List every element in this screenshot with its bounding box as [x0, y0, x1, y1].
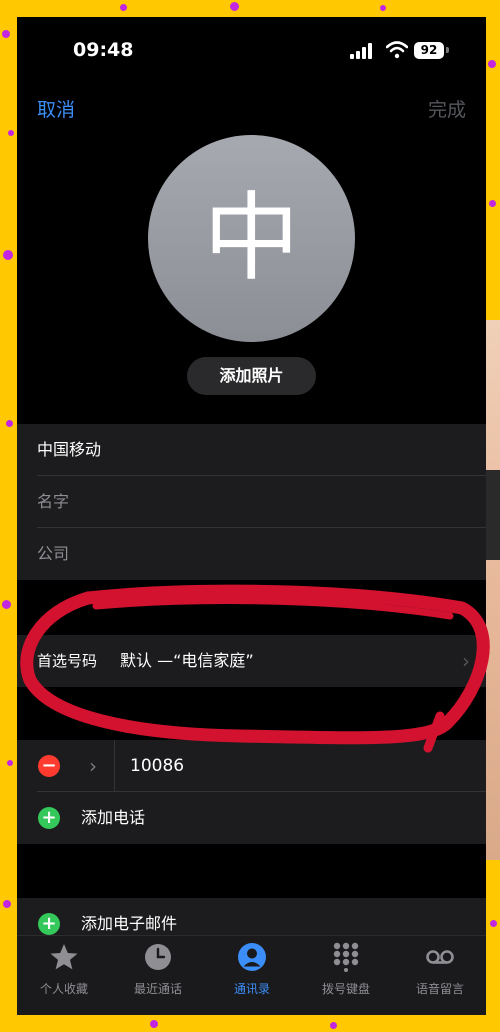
battery-icon: 92	[414, 42, 444, 59]
confetti-dot	[489, 200, 496, 207]
confetti-dot	[8, 130, 14, 136]
confetti-dot	[6, 420, 13, 427]
done-button[interactable]: 完成	[428, 95, 466, 122]
confetti-dot	[3, 250, 13, 260]
status-icons: 92	[350, 41, 465, 61]
confetti-dot	[2, 600, 11, 609]
cancel-button[interactable]: 取消	[37, 95, 75, 122]
field-placeholder: 名字	[37, 492, 70, 511]
person-icon	[238, 943, 266, 971]
field-value: 中国移动	[37, 440, 102, 459]
confetti-dot	[330, 1022, 337, 1029]
tab-label: 个人收藏	[39, 982, 88, 996]
company-field[interactable]: 公司	[17, 528, 486, 580]
add-phone-label: 添加电话	[81, 808, 146, 827]
field-placeholder: 公司	[37, 544, 70, 563]
add-icon[interactable]: +	[38, 807, 60, 829]
add-icon[interactable]: +	[38, 913, 60, 935]
chevron-right-icon: ›	[462, 649, 470, 673]
confetti-dot	[488, 60, 496, 68]
tab-bar: 个人收藏 最近通话 通讯录 拨号键盘 语音留言	[17, 935, 486, 1015]
confetti-dot	[2, 30, 10, 38]
confetti-dot	[3, 900, 11, 908]
status-time: 09:48	[73, 39, 134, 61]
add-phone-row[interactable]: + 添加电话	[17, 792, 486, 844]
phone-row[interactable]: − › 10086	[17, 740, 486, 792]
name-fields-group: 中国移动 名字 公司	[17, 424, 486, 580]
tab-label: 语音留言	[415, 982, 464, 996]
phone-screen: 09:48 92 取消 完成 中 添加照片 中国移动 名字 公司 首选号码 默认…	[17, 17, 486, 1015]
divider	[114, 740, 115, 792]
confetti-dot	[150, 1020, 158, 1028]
tab-keypad[interactable]: 拨号键盘	[299, 936, 393, 1015]
phone-number-input[interactable]: 10086	[130, 740, 184, 792]
tab-favorites[interactable]: 个人收藏	[17, 936, 111, 1015]
confetti-dot	[490, 920, 497, 927]
tab-label: 通讯录	[233, 982, 270, 996]
add-photo-button[interactable]: 添加照片	[187, 357, 316, 395]
remove-phone-icon[interactable]: −	[38, 755, 60, 777]
confetti-dot	[380, 5, 386, 11]
wifi-icon	[386, 41, 408, 59]
keypad-icon	[333, 942, 359, 972]
confetti-dot	[7, 760, 13, 766]
first-name-field[interactable]: 名字	[17, 476, 486, 528]
chevron-right-icon[interactable]: ›	[89, 740, 97, 792]
tab-voicemail[interactable]: 语音留言	[393, 936, 486, 1015]
last-name-field[interactable]: 中国移动	[17, 424, 486, 476]
battery-tip	[446, 47, 449, 53]
preferred-number-row[interactable]: 首选号码 默认 —“电信家庭” ›	[17, 635, 486, 687]
confetti-dot	[230, 2, 239, 11]
tab-recents[interactable]: 最近通话	[111, 936, 205, 1015]
tab-label: 最近通话	[133, 982, 182, 996]
tab-contacts[interactable]: 通讯录	[205, 936, 299, 1015]
contact-avatar[interactable]: 中	[148, 135, 355, 342]
preferred-number-label: 首选号码	[37, 652, 98, 670]
confetti-dot	[120, 4, 127, 11]
clock-icon	[145, 944, 171, 970]
preferred-number-group: 首选号码 默认 —“电信家庭” ›	[17, 635, 486, 687]
star-icon	[50, 944, 78, 970]
phone-numbers-group: − › 10086 + 添加电话	[17, 740, 486, 844]
voicemail-icon	[426, 950, 454, 964]
background-photo-edge	[486, 470, 500, 560]
cellular-signal-icon	[350, 43, 376, 59]
tab-label: 拨号键盘	[321, 982, 370, 996]
preferred-number-value: 默认 —“电信家庭”	[120, 651, 254, 670]
background-photo-edge	[486, 320, 500, 860]
